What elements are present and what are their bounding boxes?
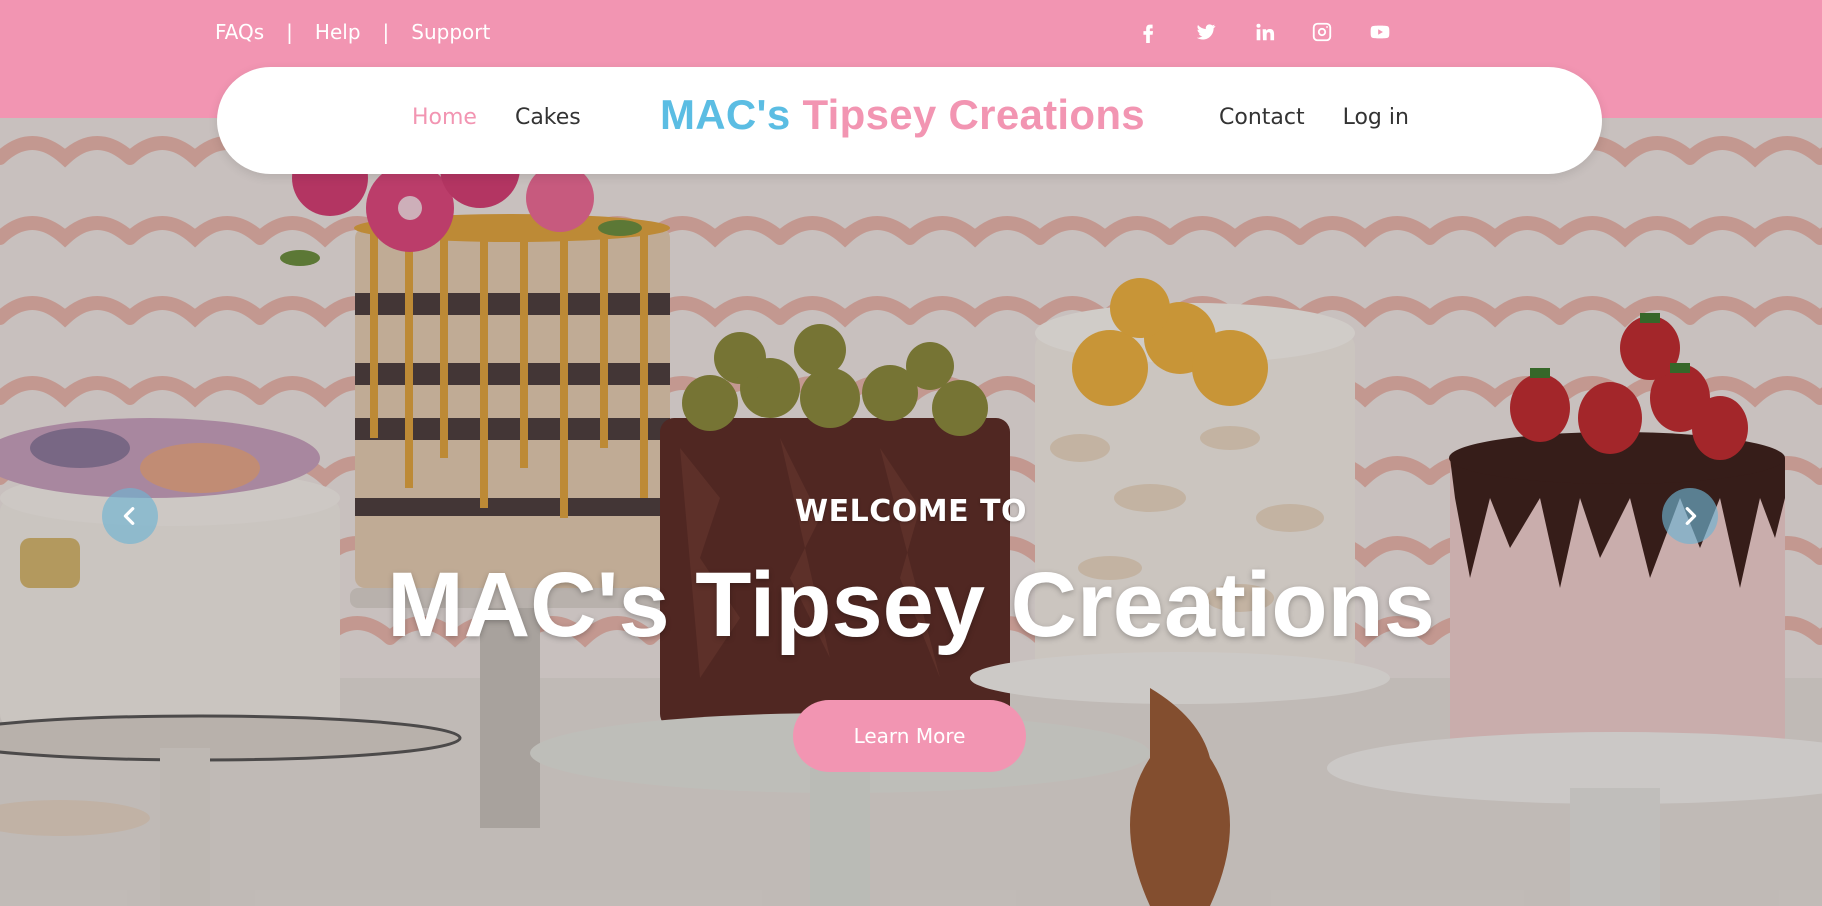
nav-login[interactable]: Log in bbox=[1343, 105, 1409, 130]
top-links: FAQs | Help | Support bbox=[215, 20, 490, 44]
nav-contact[interactable]: Contact bbox=[1219, 105, 1305, 130]
nav-home[interactable]: Home bbox=[412, 105, 477, 130]
twitter-icon[interactable] bbox=[1194, 20, 1218, 44]
brand-part-2: Tipsey Creations bbox=[802, 91, 1145, 138]
linkedin-icon[interactable] bbox=[1252, 20, 1276, 44]
support-link[interactable]: Support bbox=[411, 20, 490, 44]
faqs-link[interactable]: FAQs bbox=[215, 20, 264, 44]
main-navbar: Home Cakes MAC's Tipsey Creations Contac… bbox=[217, 67, 1602, 174]
separator: | bbox=[382, 20, 390, 44]
nav-left: Home Cakes bbox=[412, 105, 581, 130]
facebook-icon[interactable] bbox=[1136, 20, 1160, 44]
brand-part-1: MAC's bbox=[660, 91, 791, 138]
youtube-icon[interactable] bbox=[1368, 20, 1392, 44]
nav-cakes[interactable]: Cakes bbox=[515, 105, 581, 130]
nav-right: Contact Log in bbox=[1219, 105, 1409, 130]
help-link[interactable]: Help bbox=[315, 20, 361, 44]
separator: | bbox=[286, 20, 293, 44]
learn-more-button[interactable]: Learn More bbox=[793, 700, 1026, 772]
hero-welcome-text: WELCOME TO bbox=[795, 494, 1027, 529]
brand-logo[interactable]: MAC's Tipsey Creations bbox=[660, 91, 1145, 139]
hero-title: MAC's Tipsey Creations bbox=[387, 554, 1435, 656]
instagram-icon[interactable] bbox=[1310, 20, 1334, 44]
social-links bbox=[1136, 20, 1392, 44]
